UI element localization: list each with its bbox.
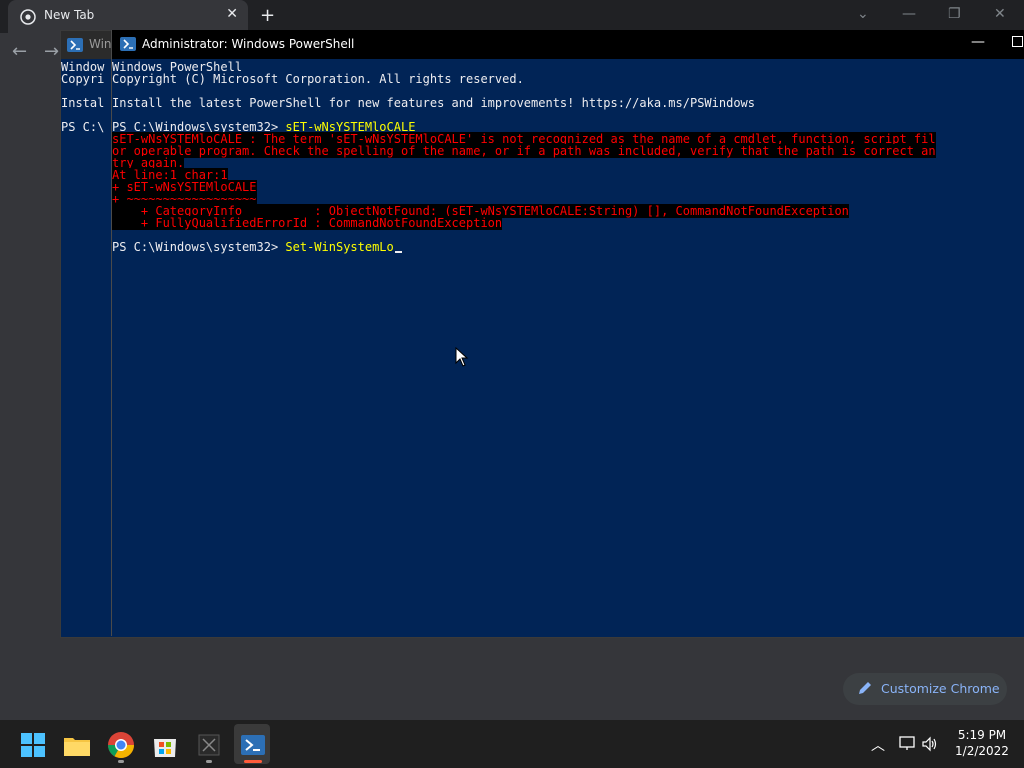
forward-arrow-icon[interactable]: →	[44, 41, 59, 62]
console-line: or operable program. Check the spelling …	[112, 144, 936, 158]
volume-icon[interactable]	[921, 736, 939, 752]
console-text: Copyright (C) Microsoft Corporation. All…	[112, 72, 524, 86]
minimize-icon[interactable]: —	[902, 6, 916, 22]
tab-search-icon[interactable]: ⌄	[857, 6, 869, 22]
console-line: PS C:\	[61, 120, 105, 134]
network-icon[interactable]	[898, 735, 916, 751]
console-command: Set-WinSystemLo	[285, 240, 394, 254]
console-output[interactable]: Windows PowerShell Copyright (C) Microsof…	[112, 59, 1024, 636]
active-indicator	[244, 760, 262, 763]
close-tab-icon[interactable]: ✕	[226, 6, 238, 22]
error-text: + FullyQualifiedErrorId : CommandNotFoun…	[112, 216, 503, 230]
chrome-tab-strip: New Tab ✕ + ⌄ — ❐ ✕	[0, 0, 1024, 33]
chrome-icon[interactable]	[105, 729, 137, 761]
powershell-icon[interactable]	[237, 729, 269, 761]
powershell-icon	[67, 38, 83, 52]
window-title: Administrator: Windows PowerShell	[142, 37, 355, 51]
console-line: Copyri	[61, 72, 105, 86]
back-window-console: Window Copyri Instal PS C:\	[61, 59, 112, 637]
tab-title: New Tab	[44, 8, 95, 22]
console-line: Copyright (C) Microsoft Corporation. All…	[112, 73, 524, 85]
start-icon[interactable]	[17, 729, 49, 761]
running-indicator	[118, 760, 124, 763]
powershell-titlebar[interactable]: Administrator: Windows PowerShell —	[112, 30, 1024, 59]
pencil-icon	[859, 682, 871, 694]
console-text: Install the latest PowerShell for new fe…	[112, 96, 755, 110]
mouse-pointer-icon	[455, 347, 469, 367]
close-window-icon[interactable]: ✕	[994, 6, 1006, 22]
tab-new-tab[interactable]: New Tab ✕	[8, 0, 248, 33]
chrome-icon	[20, 9, 36, 25]
running-indicator	[206, 760, 212, 763]
file-explorer-icon[interactable]	[61, 729, 93, 761]
clock-date: 1/2/2022	[955, 744, 1009, 758]
clock-time: 5:19 PM	[957, 728, 1007, 742]
console-prompt: PS C:\Windows\system32>	[112, 240, 286, 254]
chevron-up-icon[interactable]: ︿	[871, 735, 885, 755]
powershell-icon	[120, 37, 136, 51]
system-clock[interactable]: 5:19 PM 1/2/2022	[950, 727, 1014, 759]
console-line: Install the latest PowerShell for new fe…	[112, 97, 755, 109]
customize-chrome-label: Customize Chrome	[881, 681, 1000, 696]
app-icon[interactable]	[193, 729, 225, 761]
console-line: + FullyQualifiedErrorId : CommandNotFoun…	[112, 216, 503, 230]
maximize-icon[interactable]	[1012, 36, 1023, 47]
text-cursor	[394, 251, 402, 253]
minimize-icon[interactable]: —	[971, 34, 985, 50]
console-line: PS C:\Windows\system32> Set-WinSystemLo	[112, 241, 402, 253]
console-line: Instal	[61, 96, 105, 110]
new-tab-button[interactable]: +	[260, 5, 275, 26]
microsoft-store-icon[interactable]	[149, 729, 181, 761]
back-window-title: Win	[89, 37, 112, 51]
restore-icon[interactable]: ❐	[948, 6, 961, 22]
powershell-window[interactable]: Administrator: Windows PowerShell — Wind…	[111, 30, 1024, 636]
back-arrow-icon[interactable]: ←	[12, 41, 27, 62]
customize-chrome-button[interactable]: Customize Chrome	[843, 673, 1007, 705]
error-text: or operable program. Check the spelling …	[112, 144, 936, 158]
